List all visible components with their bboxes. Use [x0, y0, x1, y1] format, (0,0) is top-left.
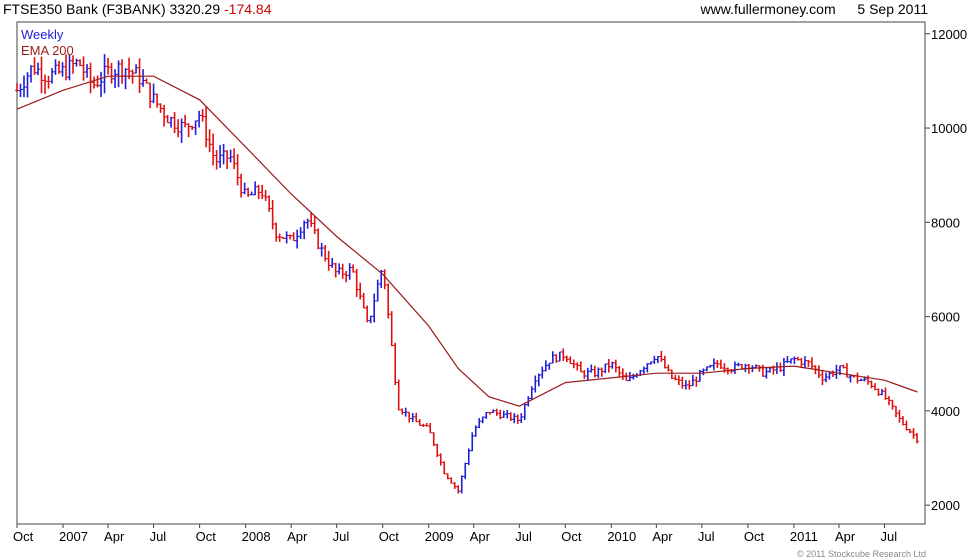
ema-200-line — [16, 75, 918, 407]
y-tick-label: 12000 — [931, 27, 967, 42]
y-tick-label: 8000 — [931, 215, 960, 230]
x-tick-label: 2010 — [607, 529, 636, 544]
chart-page: FTSE350 Bank (F3BANK) 3320.29 -174.84 ww… — [0, 0, 980, 560]
x-tick-label: Oct — [561, 529, 582, 544]
x-tick-label: Oct — [13, 529, 34, 544]
x-tick-label: Jul — [698, 529, 715, 544]
legend-ema: EMA 200 — [21, 43, 74, 58]
x-tick-label: Jul — [150, 529, 167, 544]
legend-weekly: Weekly — [21, 27, 64, 42]
x-tick-label: Oct — [196, 529, 217, 544]
x-tick-label: Apr — [104, 529, 125, 544]
x-tick-label: Apr — [835, 529, 856, 544]
y-tick-label: 10000 — [931, 121, 967, 136]
y-tick-label: 4000 — [931, 404, 960, 419]
x-tick-label: Oct — [379, 529, 400, 544]
x-tick-label: Apr — [470, 529, 491, 544]
copyright-credit: © 2011 Stockcube Research Ltd — [796, 549, 926, 559]
price-chart: 2000 4000 6000 8000 10000 12000 Oct 2007 Apr Jul O… — [13, 21, 967, 544]
x-tick-label: Jul — [515, 529, 532, 544]
x-tick-label: 2011 — [790, 529, 818, 544]
x-tick-label: Jul — [880, 529, 897, 544]
x-tick-label: 2009 — [425, 529, 454, 544]
y-tick-label: 2000 — [931, 498, 960, 513]
x-tick-label: Apr — [287, 529, 308, 544]
x-tick-label: 2008 — [242, 529, 271, 544]
x-tick-label: Jul — [333, 529, 350, 544]
x-tick-label: 2007 — [59, 529, 88, 544]
x-tick-label: Apr — [652, 529, 673, 544]
x-tick-label: Oct — [744, 529, 765, 544]
y-tick-label: 6000 — [931, 310, 960, 325]
